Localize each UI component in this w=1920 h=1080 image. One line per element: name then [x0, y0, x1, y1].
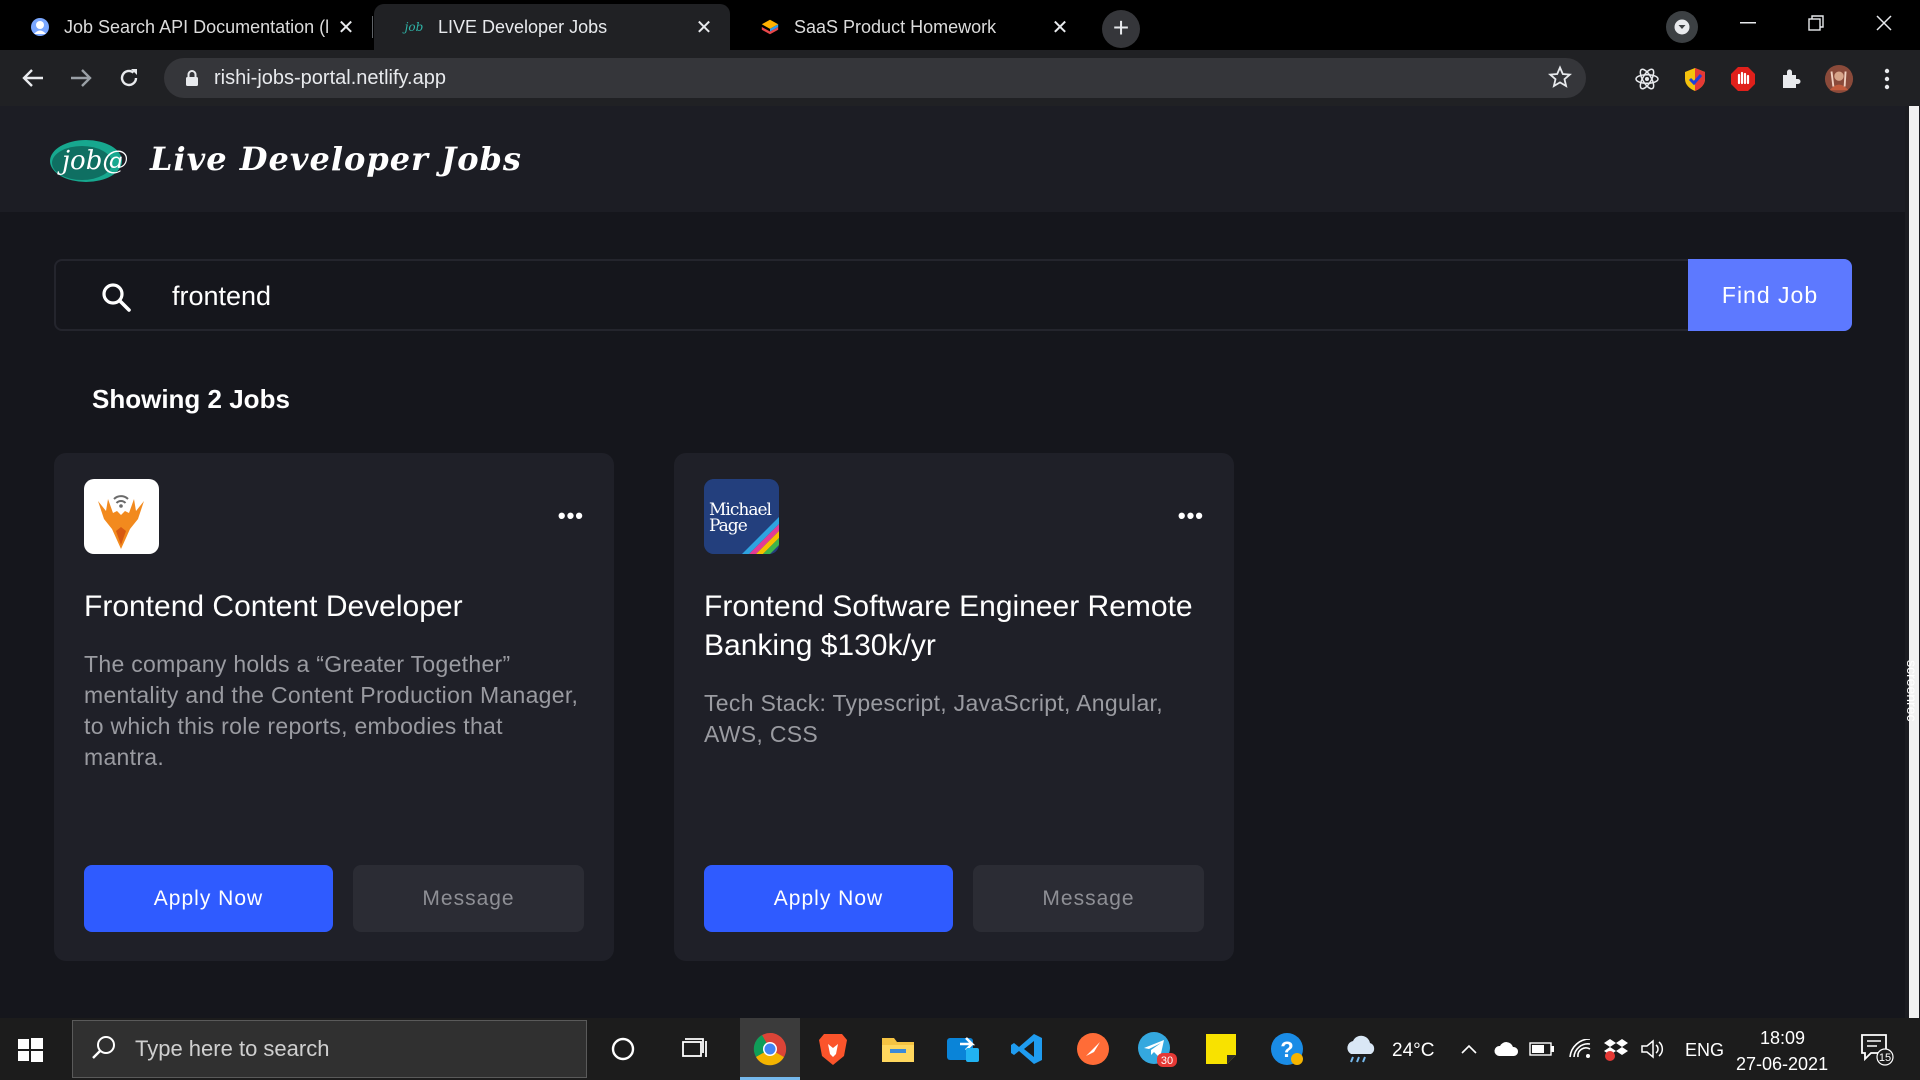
- lock-icon[interactable]: [180, 69, 204, 87]
- tab-title: SaaS Product Homework: [794, 16, 997, 37]
- find-job-button[interactable]: Find Job: [1688, 259, 1852, 331]
- site-logo[interactable]: job@: [48, 134, 134, 184]
- back-arrow-icon[interactable]: [16, 61, 50, 95]
- task-view-icon[interactable]: [674, 1028, 716, 1070]
- screenrec-watermark: screenrec: [1904, 660, 1920, 722]
- battery-icon[interactable]: [1526, 1028, 1558, 1070]
- tab-saas-homework[interactable]: SaaS Product Homework ✕: [730, 4, 1086, 50]
- close-tab-icon[interactable]: ✕: [1048, 15, 1072, 40]
- restore-window-button[interactable]: [1786, 0, 1846, 46]
- apply-now-button[interactable]: Apply Now: [84, 865, 333, 932]
- react-devtools-extension-icon[interactable]: [1632, 64, 1662, 94]
- windows-start-icon[interactable]: [16, 1036, 44, 1064]
- close-tab-icon[interactable]: ✕: [334, 15, 358, 40]
- apply-now-button[interactable]: Apply Now: [704, 865, 953, 932]
- telegram-badge: 30: [1161, 1055, 1173, 1067]
- onedrive-cloud-icon[interactable]: [1490, 1028, 1522, 1070]
- file-explorer-icon[interactable]: [877, 1028, 919, 1070]
- more-options-icon[interactable]: •••: [558, 503, 584, 529]
- logo-text: Page: [709, 516, 748, 536]
- page-content: job@ Live Developer Jobs Find Job Showin…: [0, 106, 1905, 1018]
- windows-taskbar: Type here to search 30 ? 24°C ENG 18:09 …: [0, 1018, 1920, 1080]
- sticky-notes-icon[interactable]: [1200, 1028, 1242, 1070]
- weather-cloud-icon[interactable]: [1340, 1028, 1382, 1070]
- search-icon: [91, 1034, 119, 1065]
- job-favicon-icon: job: [404, 20, 424, 34]
- new-tab-button[interactable]: +: [1102, 10, 1140, 48]
- dropbox-icon[interactable]: [1600, 1028, 1632, 1070]
- telegram-icon[interactable]: 30: [1136, 1028, 1178, 1070]
- action-center-icon[interactable]: 15: [1854, 1028, 1900, 1070]
- scrollbar-thumb[interactable]: [1909, 106, 1919, 1018]
- company-logo-michael-page: Michael Page: [704, 479, 779, 554]
- reload-icon[interactable]: [112, 61, 146, 95]
- share-app-icon[interactable]: [942, 1028, 984, 1070]
- adblock-extension-icon[interactable]: [1728, 64, 1758, 94]
- more-options-icon[interactable]: •••: [1178, 503, 1204, 529]
- job-title[interactable]: Frontend Content Developer: [84, 587, 584, 626]
- results-count-heading: Showing 2 Jobs: [92, 384, 290, 414]
- job-card: ••• Frontend Content Developer The compa…: [54, 453, 614, 961]
- chrome-taskbar-icon[interactable]: [749, 1028, 791, 1070]
- bookmark-star-icon[interactable]: [1548, 65, 1572, 95]
- shield-extension-icon[interactable]: [1680, 64, 1710, 94]
- chrome-menu-icon[interactable]: [1872, 64, 1902, 94]
- stack-favicon-icon: [760, 17, 780, 37]
- browser-tab-strip: Job Search API Documentation (l ✕ job LI…: [0, 0, 1920, 50]
- job-search-input[interactable]: [172, 275, 1372, 317]
- tray-expand-chevron-icon[interactable]: [1454, 1028, 1484, 1070]
- job-title[interactable]: Frontend Software Engineer Remote Bankin…: [704, 587, 1204, 665]
- taskbar-search-box[interactable]: Type here to search: [72, 1020, 587, 1078]
- tab-title: LIVE Developer Jobs: [438, 16, 608, 37]
- notification-count: 15: [1879, 1052, 1891, 1064]
- api-favicon-icon: [30, 17, 50, 37]
- url-text[interactable]: rishi-jobs-portal.netlify.app: [214, 67, 446, 90]
- page-scrollbar[interactable]: [1905, 106, 1920, 1018]
- input-language[interactable]: ENG: [1685, 1040, 1724, 1061]
- taskbar-search-placeholder: Type here to search: [135, 1036, 330, 1061]
- company-logo-deer: [84, 479, 159, 554]
- job-description: The company holds a “Greater Together” m…: [84, 651, 579, 770]
- job-card: Michael Page ••• Frontend Software Engin…: [674, 453, 1234, 961]
- vscode-icon[interactable]: [1006, 1028, 1048, 1070]
- tab-search-dropdown-icon[interactable]: [1666, 11, 1698, 43]
- site-header: job@ Live Developer Jobs: [0, 106, 1905, 212]
- tab-title: Job Search API Documentation (l: [64, 16, 330, 37]
- message-button[interactable]: Message: [973, 865, 1204, 932]
- message-button[interactable]: Message: [353, 865, 584, 932]
- tab-live-developer-jobs[interactable]: job LIVE Developer Jobs ✕: [374, 4, 730, 50]
- brave-taskbar-icon[interactable]: [812, 1028, 854, 1070]
- wifi-icon[interactable]: [1564, 1028, 1596, 1070]
- close-window-button[interactable]: [1854, 0, 1914, 46]
- profile-avatar[interactable]: [1824, 64, 1854, 94]
- forward-arrow-icon[interactable]: [64, 61, 98, 95]
- postman-icon[interactable]: [1072, 1028, 1114, 1070]
- weather-temperature[interactable]: 24°C: [1392, 1040, 1434, 1062]
- clock-date[interactable]: 27-06-2021: [1736, 1054, 1828, 1075]
- job-search-bar: Find Job: [54, 259, 1852, 331]
- help-app-icon[interactable]: ?: [1266, 1028, 1308, 1070]
- address-bar[interactable]: rishi-jobs-portal.netlify.app: [164, 58, 1586, 98]
- search-icon: [100, 281, 132, 313]
- logo-text: job@: [57, 146, 128, 176]
- tab-job-search-api[interactable]: Job Search API Documentation (l ✕: [0, 4, 372, 50]
- volume-speaker-icon[interactable]: [1636, 1028, 1668, 1070]
- job-description: Tech Stack: Typescript, JavaScript, Angu…: [704, 690, 1163, 747]
- site-brand-title[interactable]: Live Developer Jobs: [150, 140, 522, 178]
- tab-separator: [372, 16, 373, 38]
- clock-time[interactable]: 18:09: [1760, 1028, 1805, 1049]
- extensions-puzzle-icon[interactable]: [1776, 64, 1806, 94]
- cortana-icon[interactable]: [602, 1028, 644, 1070]
- close-tab-icon[interactable]: ✕: [692, 15, 716, 40]
- minimize-window-button[interactable]: [1718, 0, 1778, 46]
